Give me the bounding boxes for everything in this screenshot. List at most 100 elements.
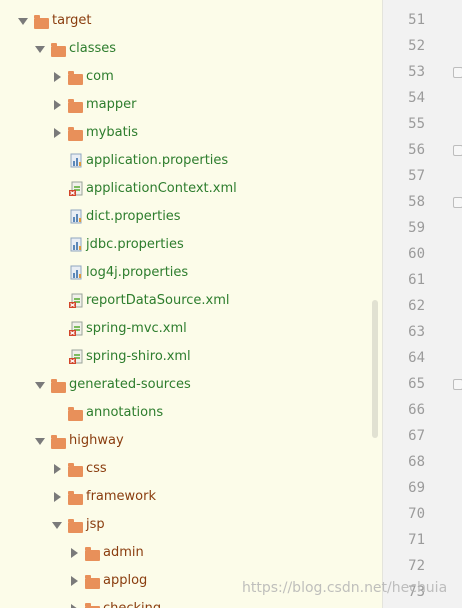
tree-row-com[interactable]: com bbox=[0, 66, 382, 88]
folder-icon bbox=[68, 519, 83, 533]
tree-row-label: css bbox=[86, 461, 107, 476]
tree-row-label: spring-shiro.xml bbox=[86, 349, 191, 364]
tree-row-admin[interactable]: admin bbox=[0, 542, 382, 564]
tree-row-label: generated-sources bbox=[69, 377, 191, 392]
tree-row-label: jsp bbox=[86, 517, 105, 532]
xml-file-icon bbox=[100, 0, 116, 2]
folder-icon bbox=[51, 43, 66, 57]
tree-row-dict-properties[interactable]: dict.properties bbox=[0, 206, 382, 228]
tree-row-label: classes bbox=[69, 41, 117, 56]
expand-arrow-right-icon[interactable] bbox=[54, 128, 61, 138]
fold-marker-icon[interactable] bbox=[453, 379, 462, 390]
xml-file-icon bbox=[68, 293, 84, 309]
properties-file-icon bbox=[68, 237, 84, 253]
tree-row-label: target bbox=[52, 13, 92, 28]
expand-arrow-down-icon[interactable] bbox=[18, 18, 28, 25]
line-number: 58 bbox=[408, 194, 425, 210]
line-number: 70 bbox=[408, 506, 425, 522]
folder-icon bbox=[34, 15, 49, 29]
folder-icon bbox=[68, 71, 83, 85]
tree-row-classes[interactable]: classes bbox=[0, 38, 382, 60]
line-number: 66 bbox=[408, 402, 425, 418]
tree-row-jdbc-properties[interactable]: jdbc.properties bbox=[0, 234, 382, 256]
tree-row-label: checking bbox=[103, 598, 161, 608]
folder-icon bbox=[85, 547, 100, 561]
fold-marker-icon[interactable] bbox=[453, 145, 462, 156]
properties-file-icon bbox=[68, 153, 84, 169]
line-number: 52 bbox=[408, 38, 425, 54]
expand-arrow-right-icon[interactable] bbox=[71, 576, 78, 586]
tree-row-checking[interactable]: checking bbox=[0, 598, 382, 608]
tree-row-mapper[interactable]: mapper bbox=[0, 94, 382, 116]
tree-row-label: spring-mvc.xml bbox=[86, 321, 187, 336]
tree-row-label: admin bbox=[103, 545, 144, 560]
folder-icon bbox=[51, 379, 66, 393]
expand-arrow-down-icon[interactable] bbox=[35, 382, 45, 389]
tree-row-label: com bbox=[86, 69, 114, 84]
expand-arrow-right-icon[interactable] bbox=[54, 72, 61, 82]
folder-icon bbox=[68, 491, 83, 505]
fold-marker-icon[interactable] bbox=[453, 197, 462, 208]
tree-row-highway[interactable]: highway bbox=[0, 430, 382, 452]
tree-row-label: application.properties bbox=[86, 153, 229, 168]
line-number: 62 bbox=[408, 298, 425, 314]
line-number: 65 bbox=[408, 376, 425, 392]
folder-icon bbox=[68, 463, 83, 477]
folder-icon bbox=[85, 575, 100, 589]
line-number: 51 bbox=[408, 12, 425, 28]
expand-arrow-right-icon[interactable] bbox=[71, 548, 78, 558]
tree-row-mybatis[interactable]: mybatis bbox=[0, 122, 382, 144]
expand-arrow-right-icon[interactable] bbox=[54, 492, 61, 502]
line-number: 69 bbox=[408, 480, 425, 496]
line-number: 53 bbox=[408, 64, 425, 80]
folder-icon bbox=[68, 127, 83, 141]
folder-icon bbox=[68, 407, 83, 421]
tree-row-reportdatasource-xml[interactable]: reportDataSource.xml bbox=[0, 290, 382, 312]
line-number: 61 bbox=[408, 272, 425, 288]
tree-row-label: dict.properties bbox=[86, 209, 181, 224]
line-number: 64 bbox=[408, 350, 425, 366]
expand-arrow-right-icon[interactable] bbox=[54, 464, 61, 474]
line-number: 60 bbox=[408, 246, 425, 262]
folder-icon bbox=[68, 99, 83, 113]
expand-arrow-down-icon[interactable] bbox=[35, 46, 45, 53]
line-number: 71 bbox=[408, 532, 425, 548]
tree-row-log4j-properties[interactable]: log4j.properties bbox=[0, 262, 382, 284]
editor-gutter: 51 52 53 54 55 56 57 58 59 60 61 62 63 64 65 66 67 68 69 70… bbox=[383, 0, 462, 608]
properties-file-icon bbox=[68, 209, 84, 225]
tree-row-label: jdbc.properties bbox=[86, 237, 184, 252]
line-number: 54 bbox=[408, 90, 425, 106]
tree-row-generated-sources[interactable]: generated-sources bbox=[0, 374, 382, 396]
tree-row-jsp[interactable]: jsp bbox=[0, 514, 382, 536]
expand-arrow-right-icon[interactable] bbox=[71, 604, 78, 608]
tree-row-target[interactable]: target bbox=[0, 10, 382, 32]
tree-row-spring-mvc-xml[interactable]: spring-mvc.xml bbox=[0, 318, 382, 340]
tree-row-framework[interactable]: framework bbox=[0, 486, 382, 508]
tree-row-label: annotations bbox=[86, 405, 164, 420]
line-number: 56 bbox=[408, 142, 425, 158]
folder-icon bbox=[51, 435, 66, 449]
line-number: 55 bbox=[408, 116, 425, 132]
project-tree: target classes com mapper mybatis application… bbox=[0, 0, 382, 608]
tree-scrollbar-thumb[interactable] bbox=[372, 300, 378, 438]
tree-row-applicationcontext-xml[interactable]: applicationContext.xml bbox=[0, 178, 382, 200]
line-number: 63 bbox=[408, 324, 425, 340]
tree-row-application-properties[interactable]: application.properties bbox=[0, 150, 382, 172]
expand-arrow-down-icon[interactable] bbox=[52, 522, 62, 529]
tree-row-label: applog bbox=[103, 573, 148, 588]
xml-file-icon bbox=[68, 321, 84, 337]
tree-row-css[interactable]: css bbox=[0, 458, 382, 480]
line-number: 68 bbox=[408, 454, 425, 470]
expand-arrow-right-icon[interactable] bbox=[54, 100, 61, 110]
tree-row-label: highway bbox=[69, 433, 124, 448]
line-number: 57 bbox=[408, 168, 425, 184]
expand-arrow-down-icon[interactable] bbox=[35, 438, 45, 445]
tree-row-annotations[interactable]: annotations bbox=[0, 402, 382, 424]
line-number: 67 bbox=[408, 428, 425, 444]
tree-row-label: mybatis bbox=[86, 125, 139, 140]
tree-row-spring-shiro-xml[interactable]: spring-shiro.xml bbox=[0, 346, 382, 368]
watermark-text: https://blog.csdn.net/hechuia bbox=[242, 580, 448, 596]
tree-row-label: mapper bbox=[86, 97, 137, 112]
fold-marker-icon[interactable] bbox=[453, 67, 462, 78]
line-number: 72 bbox=[408, 558, 425, 574]
